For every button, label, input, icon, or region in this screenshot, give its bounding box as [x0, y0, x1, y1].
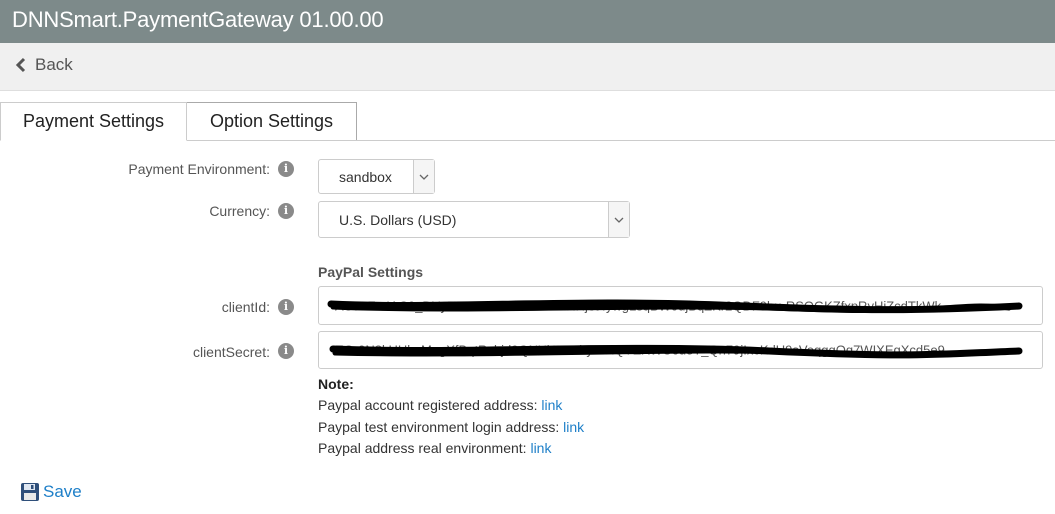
account-address-link[interactable]: link [541, 397, 562, 413]
floppy-disk-icon [21, 483, 39, 501]
tab-label: Option Settings [209, 111, 334, 131]
tab-option-settings[interactable]: Option Settings [187, 102, 357, 140]
test-login-link[interactable]: link [563, 419, 584, 435]
save-label: Save [43, 482, 82, 501]
save-button[interactable]: Save [20, 482, 82, 502]
client-secret-input[interactable]: EO-0N8kHHkeMegXfBqtRshjd9QNXkVembyAIXQYE… [318, 331, 1043, 369]
info-icon[interactable]: i [278, 299, 294, 315]
client-secret-label: clientSecret: [192, 344, 270, 360]
window-title: DNNSmart.PaymentGateway 01.00.00 [12, 7, 384, 32]
info-icon[interactable]: i [278, 203, 294, 219]
tab-label: Payment Settings [22, 111, 165, 131]
chevron-down-icon [608, 202, 629, 237]
tab-bar: Payment Settings Option Settings [0, 102, 1055, 141]
currency-value: U.S. Dollars (USD) [339, 211, 457, 228]
paypal-settings-heading: PayPal Settings [318, 264, 424, 280]
back-button[interactable]: Back [14, 55, 73, 75]
note-line: Paypal test environment login address: l… [318, 419, 585, 435]
note-line: Paypal address real environment: link [318, 440, 552, 456]
redaction-scribble [327, 299, 1023, 314]
title-bar: DNNSmart.PaymentGateway 01.00.00 [0, 0, 1055, 43]
note-title: Note: [318, 376, 354, 392]
real-environment-link[interactable]: link [530, 440, 551, 456]
note-line: Paypal account registered address: link [318, 397, 563, 413]
redaction-scribble [329, 344, 1023, 359]
tab-payment-settings[interactable]: Payment Settings [0, 102, 187, 141]
client-id-label: clientId: [221, 299, 270, 315]
back-label: Back [35, 55, 73, 74]
chevron-left-icon [15, 57, 26, 73]
back-bar [0, 43, 1055, 91]
chevron-down-icon [413, 160, 434, 193]
info-icon[interactable]: i [278, 161, 294, 177]
currency-select[interactable]: U.S. Dollars (USD) [318, 201, 630, 238]
client-id-input[interactable]: AU7uFx-IAC0_DYyDSXvEsG21iYKbmTRHjet4ywgL… [318, 286, 1043, 325]
payment-environment-value: sandbox [339, 168, 392, 185]
payment-environment-select[interactable]: sandbox [318, 159, 435, 194]
payment-environment-label: Payment Environment: [128, 161, 270, 177]
info-icon[interactable]: i [278, 343, 294, 359]
currency-label: Currency: [209, 203, 270, 219]
